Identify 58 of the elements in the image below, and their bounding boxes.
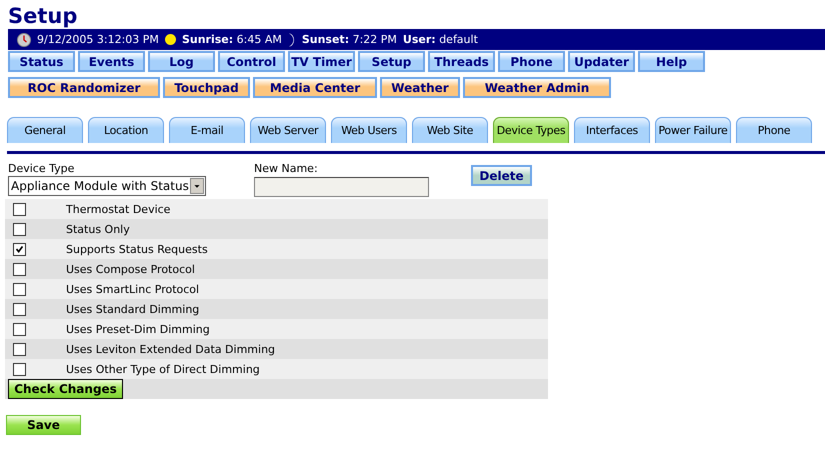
delete-button[interactable]: Delete xyxy=(471,165,532,186)
checkbox[interactable] xyxy=(13,262,26,276)
option-label: Uses Compose Protocol xyxy=(66,262,195,276)
page-title: Setup xyxy=(8,3,78,29)
nav-button[interactable]: Phone xyxy=(498,51,565,72)
tab[interactable]: Web Server xyxy=(250,117,326,143)
tab[interactable]: Power Failure xyxy=(655,117,731,143)
tab[interactable]: Device Types xyxy=(493,117,569,143)
nav-button[interactable]: Weather Admin xyxy=(463,77,611,98)
checkbox[interactable] xyxy=(13,362,26,376)
option-label: Supports Status Requests xyxy=(66,242,208,256)
save-button[interactable]: Save xyxy=(6,415,81,435)
nav-button[interactable]: Touchpad xyxy=(163,77,250,98)
option-label: Uses SmartLinc Protocol xyxy=(66,282,200,296)
checkbox[interactable] xyxy=(13,322,26,336)
nav-button[interactable]: Setup xyxy=(358,51,425,72)
nav-button[interactable]: Media Center xyxy=(253,77,377,98)
nav-button[interactable]: Status xyxy=(8,51,75,72)
field-label: Device Type xyxy=(8,162,76,175)
tab[interactable]: Web Users xyxy=(331,117,407,143)
nav-button[interactable]: Weather xyxy=(380,77,460,98)
nav-button[interactable]: TV Timer xyxy=(288,51,355,72)
checkbox[interactable] xyxy=(13,282,26,296)
moon-icon xyxy=(288,32,296,46)
option-label: Status Only xyxy=(66,222,130,236)
tab[interactable]: Phone xyxy=(736,117,812,143)
sunrise-text: Sunrise: 6:45 AM xyxy=(182,33,282,46)
tab[interactable]: Interfaces xyxy=(574,117,650,143)
device-type-dropdown[interactable]: Appliance Module with Status xyxy=(8,176,206,196)
option-label: Thermostat Device xyxy=(66,202,170,216)
name-input-field[interactable] xyxy=(254,177,429,197)
nav-button[interactable]: Control xyxy=(218,51,285,72)
option-label: Uses Leviton Extended Data Dimming xyxy=(66,342,276,356)
nav-button[interactable]: Threads xyxy=(428,51,495,72)
sunset-text: Sunset: 7:22 PM xyxy=(302,33,397,46)
field-label: New Name: xyxy=(254,162,319,175)
option-label: Uses Preset-Dim Dimming xyxy=(66,322,210,336)
nav-button[interactable]: Events xyxy=(78,51,145,72)
nav-button[interactable]: Updater xyxy=(568,51,635,72)
checkbox[interactable] xyxy=(13,202,26,216)
tab[interactable]: E-mail xyxy=(169,117,245,143)
datetime-text: 9/12/2005 3:12:03 PM xyxy=(37,33,159,46)
nav-button[interactable]: Help xyxy=(638,51,705,72)
checkbox[interactable] xyxy=(13,242,26,256)
user-text: User: default xyxy=(402,33,478,46)
sun-icon xyxy=(164,34,176,45)
option-label: Uses Other Type of Direct Dimming xyxy=(66,362,260,376)
clock-icon xyxy=(17,32,31,46)
nav-button[interactable]: ROC Randomizer xyxy=(8,77,160,98)
nav-button[interactable]: Log xyxy=(148,51,215,72)
tab[interactable]: General xyxy=(7,117,83,143)
tab[interactable]: Location xyxy=(88,117,164,143)
checkbox[interactable] xyxy=(13,302,26,316)
option-label: Uses Standard Dimming xyxy=(66,302,200,316)
checkbox[interactable] xyxy=(13,222,26,236)
check-changes-button[interactable]: Check Changes xyxy=(8,379,123,399)
checkbox[interactable] xyxy=(13,342,26,356)
tab[interactable]: Web Site xyxy=(412,117,488,143)
